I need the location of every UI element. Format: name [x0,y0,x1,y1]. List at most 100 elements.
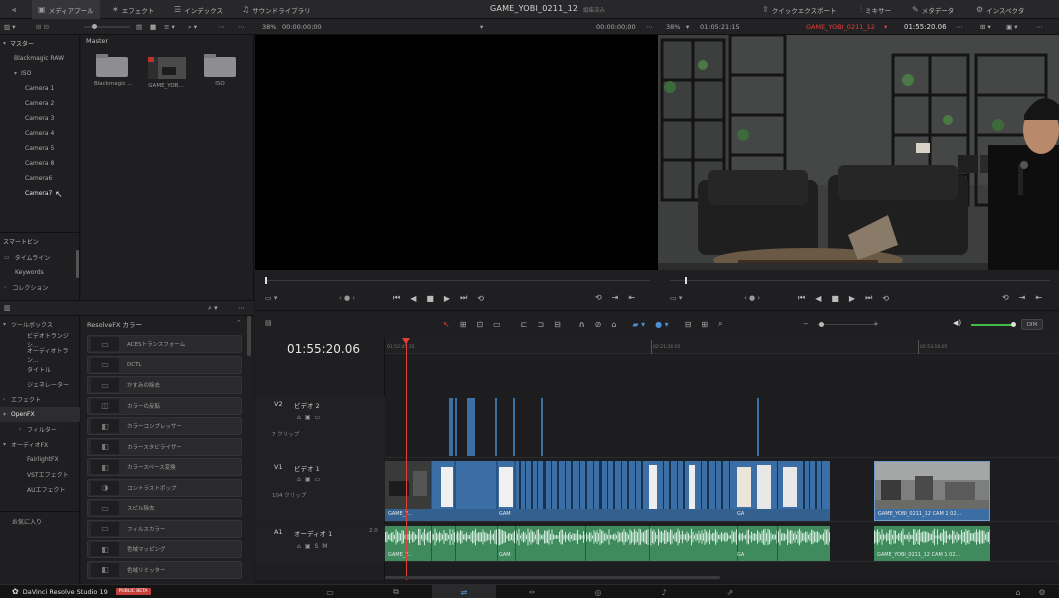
skip-forward-icon[interactable]: ⏭ [865,293,872,303]
effects-tree-item[interactable]: ジェネレーター [0,377,80,392]
lock-icon[interactable]: ⌂ [297,414,301,421]
effects-tree-item[interactable]: › エフェクト [0,392,80,407]
video-clip-last[interactable]: GAME_YOBI_0211_12 CAM 1 02... [874,461,990,521]
page-color-icon[interactable]: ◎ [590,585,606,598]
source-aspect-icon[interactable]: ▭ ▾ [265,294,277,302]
zoom-custom-icon[interactable]: ⌕ [718,319,722,329]
effects-tree-item[interactable]: VSTエフェクト [0,467,80,482]
effects-tree-item[interactable]: FairlightFX [0,452,80,467]
blade-icon[interactable]: ▭ [493,320,501,329]
bin-item[interactable]: Camera 8 [0,156,80,171]
audio-clip-group[interactable]: GAME_Y... GAM GA [385,526,830,561]
tab-metadata[interactable]: ✎ メタデータ [912,0,954,19]
collapse-icon[interactable]: ⌃ [236,319,242,327]
program-aspect-icon[interactable]: ▭ ▾ [670,294,682,302]
source-dropdown-icon[interactable]: ▾ [480,19,483,35]
program-options-icon[interactable]: ⋯ [956,19,963,35]
skip-back-icon[interactable]: ⏮ [798,293,805,303]
track-enable-icon[interactable]: ▭ [314,414,320,421]
page-edit-icon[interactable]: ⇌ [432,585,496,598]
track-name[interactable]: オーディオ 1 [294,528,332,538]
video-clip-v2[interactable] [513,398,515,456]
chevron-down-icon[interactable]: ▾ [3,441,11,448]
flag-icon[interactable]: ▰ ▾ [632,320,645,329]
timeline-ruler[interactable]: 01:52:45:35 02:21:26:05 02:53:16:05 [385,338,1059,354]
video-clip-v2[interactable] [455,398,457,456]
track-enable-icon[interactable]: ▭ [314,476,320,483]
tab-mixer[interactable]: ⫶ ミキサー [860,0,891,19]
effect-item[interactable]: ◑ コントラストポップ [87,478,242,497]
auto-select-icon[interactable]: ▣ [305,543,311,550]
track-name[interactable]: ビデオ 2 [294,400,320,410]
effect-item[interactable]: ◧ カラースペース変換 [87,458,242,476]
dim-button[interactable]: DIM [1021,319,1043,330]
page-deliver-icon[interactable]: ⇗ [722,585,738,598]
source-zoom[interactable]: 38% [262,19,276,35]
tab-index[interactable]: ☰ インデックス [170,0,227,19]
page-fusion-icon[interactable]: ✑ [524,585,540,598]
video-clip-v2[interactable] [757,398,759,456]
tab-sound-library[interactable]: ♫ サウンドライブラリ [238,0,315,19]
list-view-icon[interactable]: ▤ [136,19,142,35]
effect-item[interactable]: ▭ スピル除去 [87,499,242,517]
playhead-handle[interactable] [402,338,410,344]
program-jog-icon[interactable]: ‹ ● › [744,294,760,302]
panel-toggle-icon[interactable]: ▥ [4,304,11,312]
loop-icon[interactable]: ⟲ [477,294,484,303]
bin-item[interactable]: Blackmagic RAW [0,51,80,66]
smart-bin-collection[interactable]: › コレクション [0,280,80,295]
effect-item[interactable]: ▭ DCTL [87,355,242,374]
chevron-down-icon[interactable]: ▾ [3,321,11,328]
snapping-icon[interactable]: ∩ [579,320,585,329]
solo-icon[interactable]: S [314,543,318,550]
video-clip-group[interactable]: GAME_Y... GAM GA [385,461,830,521]
home-icon[interactable]: ⌂ [1010,585,1026,598]
replace-icon[interactable]: ⊟ [554,320,561,329]
panel-toggle-icon[interactable]: ⫷ [6,0,22,19]
skip-forward-icon[interactable]: ⏭ [460,293,467,303]
auto-select-icon[interactable]: ▣ [305,414,311,421]
effects-tree-item[interactable]: タイトル [0,362,80,377]
more-icon[interactable]: ⋯ [238,19,245,35]
source-playhead[interactable] [265,277,267,284]
page-fairlight-icon[interactable]: ♪ [656,585,672,598]
program-playhead[interactable] [685,277,687,284]
mute-icon[interactable]: M [322,543,327,550]
effects-tree-item[interactable]: › フィルター [0,422,80,437]
page-cut-icon[interactable]: ⧉ [388,585,404,598]
play-icon[interactable]: ▶ [849,294,855,303]
chevron-down-icon[interactable]: ▾ [14,70,17,77]
sort-icon[interactable]: ≡ ▾ [164,19,175,35]
zoom-out-icon[interactable]: − [803,320,809,328]
effect-item[interactable]: ◧ 色域リミッター [87,560,242,579]
source-viewer[interactable] [255,35,658,270]
effect-item[interactable]: ▭ ACESトランスフォーム [87,335,242,353]
mark-out-icon[interactable]: ⇤ [628,293,635,302]
chevron-right-icon[interactable]: › [3,396,11,403]
effects-tree-item[interactable]: オーディオトラン... [0,347,80,364]
timeline-dropdown-icon[interactable]: ▾ [884,19,887,35]
source-options-icon[interactable]: ⋯ [646,19,653,35]
bin-item[interactable]: Camera 3 [0,111,80,126]
insert-icon[interactable]: ⊏ [521,320,528,329]
source-scrubber[interactable] [265,280,650,281]
reverse-icon[interactable]: ◀ [815,294,821,303]
clip-folder-iso[interactable]: ISO [202,54,238,87]
volume-slider[interactable] [971,322,1016,327]
reverse-icon[interactable]: ◀ [410,294,416,303]
zoom-slider[interactable] [817,322,877,327]
timeline-scrollbar[interactable] [385,576,720,579]
smart-bin-keywords[interactable]: Keywords [0,265,80,280]
tab-media-pool[interactable]: ▣ メディアプール [32,0,100,19]
scrollbar[interactable] [247,316,251,356]
page-media-icon[interactable]: ▭ [322,585,338,598]
grid-icon[interactable]: ⊞ ▾ [980,19,991,35]
bin-item[interactable]: ▾ ISO [0,66,80,81]
settings-icon[interactable]: ⚙ [1034,585,1050,598]
auto-select-icon[interactable]: ▣ [305,476,311,483]
clip-timeline[interactable]: GAME_YOB... [148,57,186,89]
effects-tree-item[interactable]: ▾ オーディオFX [0,437,80,452]
stop-icon[interactable]: ■ [831,294,839,303]
bin-tools-icon[interactable]: ⊞ ⊟ [36,19,49,35]
bin-item[interactable]: Camera7 [0,186,80,201]
